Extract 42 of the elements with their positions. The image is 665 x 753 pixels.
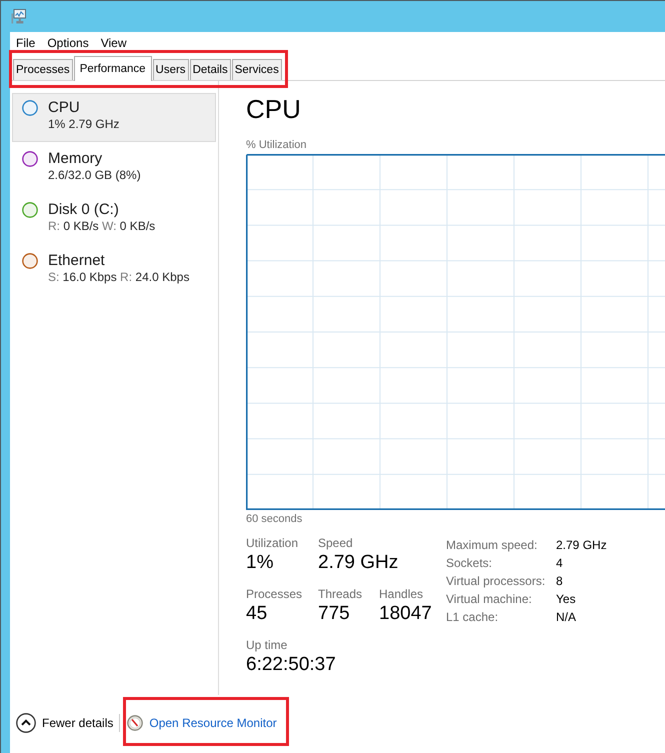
fewer-details-button[interactable]: Fewer details	[16, 713, 114, 733]
stat-value: 6:22:50:37	[246, 653, 336, 677]
stat-value: 18047	[379, 602, 432, 626]
menu-item[interactable]: Options	[41, 33, 95, 53]
stat-value: 45	[246, 602, 268, 626]
property-value: 4	[556, 555, 563, 572]
monitor-icon	[11, 9, 26, 24]
stat-value: 775	[318, 602, 351, 626]
sidebar-item[interactable]: CPU 1% 2.79 GHz	[12, 93, 216, 142]
sidebar-item[interactable]: Disk 0 (C:) R: 0 KB/s W: 0 KB/s	[12, 195, 216, 244]
stat-label: Up time	[246, 638, 288, 653]
menu-item[interactable]: File	[10, 33, 42, 53]
property-label: Sockets:	[446, 555, 494, 572]
property-label: Virtual machine:	[446, 591, 533, 608]
stat-label: Handles	[379, 587, 424, 602]
stat-value: 1%	[246, 551, 274, 575]
tab[interactable]: Services	[232, 59, 282, 80]
stat-label: Speed	[318, 536, 354, 551]
graph-caption: % Utilization	[246, 138, 308, 152]
property-label: Maximum speed:	[446, 537, 538, 554]
resource-monitor-link[interactable]: Open Resource Monitor	[127, 713, 277, 733]
sidebar-item[interactable]: Memory 2.6/32.0 GB (8%)	[12, 144, 216, 193]
stat-label: Utilization	[246, 536, 300, 551]
stat-value: 2.79 GHz	[318, 551, 398, 575]
stat-label: Processes	[246, 587, 304, 602]
tab[interactable]: Users	[152, 59, 189, 80]
property-value: Yes	[556, 591, 576, 608]
tab[interactable]: Performance	[74, 56, 152, 81]
time-span-label: 60 seconds	[246, 512, 304, 526]
gauge-icon	[127, 715, 144, 731]
property-label: L1 cache:	[446, 609, 500, 626]
chevron-up-icon	[16, 713, 36, 733]
panel-title: CPU	[246, 93, 302, 125]
tab[interactable]: Processes	[13, 59, 73, 80]
stat-label: Threads	[318, 587, 364, 602]
property-value: 8	[556, 573, 563, 590]
menu-item[interactable]: View	[94, 33, 132, 53]
sidebar-item[interactable]: Ethernet S: 16.0 Kbps R: 24.0 Kbps	[12, 246, 216, 295]
property-label: Virtual processors:	[446, 573, 546, 590]
property-value: N/A	[556, 609, 576, 626]
tab[interactable]: Details	[190, 59, 231, 80]
property-value: 2.79 GHz	[556, 537, 607, 554]
